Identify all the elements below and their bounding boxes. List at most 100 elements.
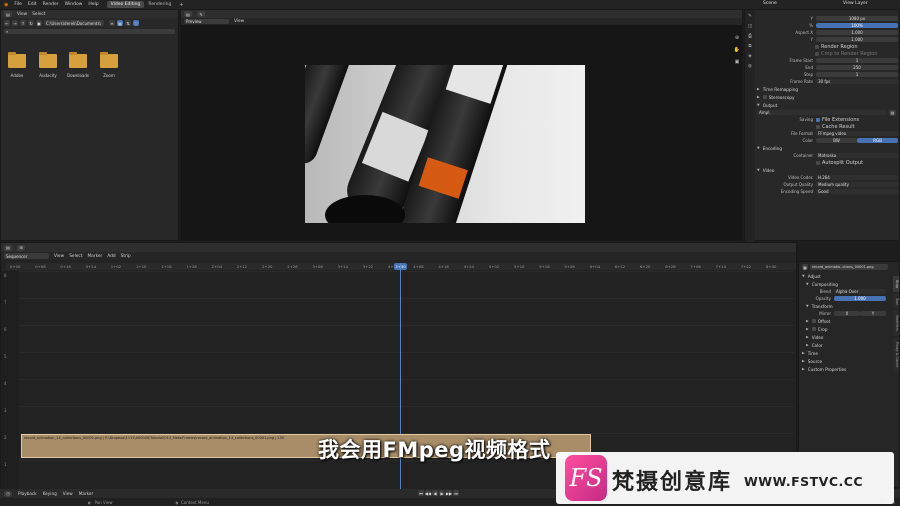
scene-selector[interactable]: Scene [763, 1, 777, 6]
hand-icon[interactable]: ✋ [732, 44, 742, 56]
view-layer-tab-icon[interactable]: ⧉ [745, 42, 755, 52]
play-icon[interactable]: ▶ [439, 490, 445, 496]
strip-name-field[interactable]: record_animatio..ctions_00001.png [810, 264, 888, 270]
resolution-y-field[interactable]: 1080 px [816, 15, 898, 22]
frame-rate-select[interactable]: 30 fps [816, 78, 898, 85]
eyedropper-icon[interactable]: ✎ [197, 11, 205, 17]
search-input[interactable]: ⌕ [4, 28, 175, 35]
video-section[interactable]: ▼ Video [757, 166, 899, 174]
stereoscopy-checkbox[interactable] [762, 95, 767, 99]
color-section[interactable]: ▶ Color [799, 341, 899, 349]
custom-properties-section[interactable]: ▶ Custom Properties [799, 365, 899, 373]
menu-marker[interactable]: Marker [87, 254, 102, 259]
transform-section[interactable]: ▼ Transform [799, 302, 899, 310]
sort-icon[interactable]: ⇅ [125, 20, 131, 26]
view-menu[interactable]: View [63, 491, 73, 496]
camera-icon[interactable]: ▣ [732, 56, 742, 68]
playback-menu[interactable]: Playback [18, 491, 37, 496]
output-section[interactable]: ▼ Output [757, 101, 899, 109]
scene-tab-icon[interactable]: ◈ [745, 52, 755, 62]
crop-checkbox[interactable] [811, 327, 816, 331]
frame-step-field[interactable]: 1 [816, 71, 898, 78]
editor-type-icon[interactable]: ▤ [4, 244, 12, 251]
encoding-section[interactable]: ▼ Encoding [757, 144, 899, 152]
render-tab-icon[interactable]: ◫ [745, 22, 755, 32]
menu-view[interactable]: View [234, 19, 244, 24]
list-view-icon[interactable]: ≡ [109, 20, 115, 26]
compositing-section[interactable]: ▼ Compositing [799, 280, 899, 288]
menu-help[interactable]: Help [88, 2, 98, 7]
crop-section[interactable]: ▶ Crop [799, 325, 899, 333]
tab-video-editing[interactable]: Video Editing [106, 1, 145, 8]
menu-add[interactable]: Add [107, 254, 115, 259]
frame-end-field[interactable]: 250 [816, 64, 898, 71]
tab-rendering[interactable]: Rendering [144, 1, 175, 8]
menu-view[interactable]: View [17, 12, 27, 17]
mirror-y-button[interactable]: Y [860, 310, 886, 317]
folder-browse-icon[interactable]: ▤ [889, 109, 896, 116]
cache-result-checkbox[interactable] [816, 124, 820, 129]
frame-start-field[interactable]: 1 [816, 57, 898, 64]
world-tab-icon[interactable]: ◍ [745, 62, 755, 72]
folder-item[interactable]: Zoom [100, 52, 120, 78]
sequencer-mode-select[interactable]: Sequencer [4, 253, 49, 259]
blend-select[interactable]: Alpha Over [834, 288, 886, 295]
file-extensions-checkbox[interactable] [816, 117, 820, 122]
aspect-y-field[interactable]: 1.000 [816, 36, 898, 43]
tool-tab-icon[interactable]: ✎ [745, 12, 755, 22]
opacity-field[interactable]: 1.000 [834, 295, 886, 302]
jump-start-icon[interactable]: ⏮ [418, 490, 424, 496]
time-section[interactable]: ▶ Time [799, 349, 899, 357]
zoom-icon[interactable]: ⊕ [732, 32, 742, 44]
video-codec-select[interactable]: H.264 [816, 174, 898, 181]
adjust-section[interactable]: ▼ Adjust [799, 272, 899, 280]
stereoscopy-section[interactable]: ▶ Stereoscopy [757, 93, 899, 101]
offset-section[interactable]: ▶ Offset [799, 317, 899, 325]
forward-icon[interactable]: → [12, 20, 18, 26]
path-field[interactable]: C:\Users\derek\Documents\ [44, 20, 104, 26]
tab-tool[interactable]: Tool [893, 294, 899, 308]
tab-strip[interactable]: Strip [893, 276, 899, 292]
preview-mode-select[interactable]: Preview [184, 18, 229, 25]
menu-file[interactable]: File [14, 2, 22, 7]
filter-icon[interactable]: ▽ [133, 20, 139, 26]
menu-edit[interactable]: Edit [28, 2, 37, 7]
color-bw-button[interactable]: BW [816, 137, 857, 144]
view-layer-selector[interactable]: View Layer [843, 1, 868, 6]
marker-menu[interactable]: Marker [79, 491, 93, 496]
time-remapping-section[interactable]: ▶ Time Remapping [757, 85, 899, 93]
new-folder-icon[interactable]: ▣ [36, 20, 42, 26]
render-region-checkbox[interactable] [815, 44, 819, 49]
crop-region-checkbox[interactable] [815, 51, 819, 56]
keying-menu[interactable]: Keying [43, 491, 57, 496]
file-format-select[interactable]: FFmpeg video [816, 130, 898, 137]
color-rgb-button[interactable]: RGB [857, 137, 898, 144]
add-workspace-button[interactable]: + [175, 1, 187, 9]
aspect-x-field[interactable]: 1.000 [816, 29, 898, 36]
output-tab-icon[interactable]: ⎙ [745, 32, 755, 42]
refresh-icon[interactable]: ↻ [28, 20, 34, 26]
video-section[interactable]: ▶ Video [799, 333, 899, 341]
tab-proxy-cache[interactable]: Proxy & Cache [893, 338, 899, 372]
folder-item[interactable]: Downloads [67, 52, 89, 78]
tab-modifiers[interactable]: Modifiers [893, 310, 899, 336]
output-quality-select[interactable]: Medium quality [816, 181, 898, 188]
menu-view[interactable]: View [54, 254, 64, 259]
source-section[interactable]: ▶ Source [799, 357, 899, 365]
folder-item[interactable]: Audacity [39, 52, 59, 78]
folder-item[interactable]: Adobe [8, 52, 28, 78]
resolution-pct-field[interactable]: 100% [816, 22, 898, 29]
editor-type-icon[interactable]: ▤ [184, 11, 192, 17]
container-select[interactable]: Matroska [816, 152, 898, 159]
output-path-field[interactable]: Amp\ [757, 109, 887, 116]
thumbnail-view-icon[interactable]: ▦ [117, 20, 123, 26]
jump-end-icon[interactable]: ⏭ [453, 490, 459, 496]
menu-window[interactable]: Window [65, 2, 83, 7]
mirror-x-button[interactable]: X [834, 310, 860, 317]
encoding-speed-select[interactable]: Good [816, 188, 898, 195]
prev-keyframe-icon[interactable]: ◀◀ [425, 490, 431, 496]
editor-type-icon[interactable]: ▤ [4, 11, 12, 17]
tool-icon[interactable]: ⊞ [17, 244, 25, 251]
menu-strip[interactable]: Strip [121, 254, 131, 259]
parent-directory-icon[interactable]: ↑ [20, 20, 26, 26]
